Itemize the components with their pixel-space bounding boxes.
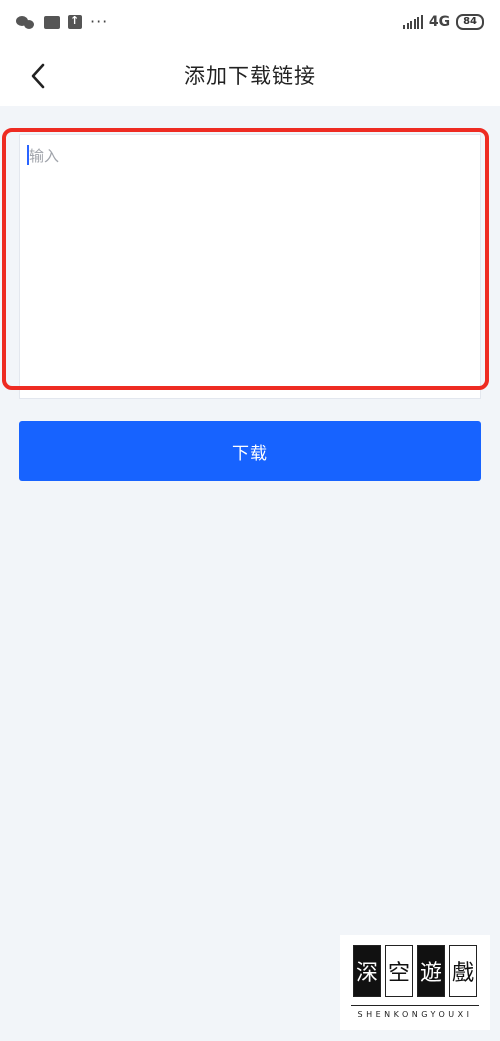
watermark-logo: 深 空 遊 戲 SHENKONGYOUXI (340, 935, 490, 1030)
chevron-left-icon (31, 63, 45, 89)
download-button[interactable]: 下载 (19, 421, 481, 481)
watermark-chars: 深 空 遊 戲 (353, 945, 477, 997)
wechat-icon (16, 15, 36, 29)
message-icon (44, 15, 60, 29)
watermark-subtitle: SHENKONGYOUXI (357, 1010, 473, 1019)
battery-level: 84 (456, 14, 484, 30)
status-bar-right: 4G 84 (403, 14, 484, 30)
back-button[interactable] (28, 62, 52, 90)
link-input[interactable] (20, 135, 480, 398)
status-bar: ··· 4G 84 (0, 0, 500, 44)
watermark-divider (351, 1005, 479, 1006)
link-input-container (19, 134, 481, 399)
header: 添加下载链接 (0, 44, 500, 106)
watermark-char: 戲 (449, 945, 477, 997)
watermark-char: 空 (385, 945, 413, 997)
more-dots-icon: ··· (90, 12, 109, 31)
page-title: 添加下载链接 (184, 64, 316, 88)
upload-icon (68, 14, 82, 29)
watermark-char: 深 (353, 945, 381, 997)
signal-icon (403, 15, 423, 29)
status-bar-left: ··· (16, 14, 108, 30)
watermark-char: 遊 (417, 945, 445, 997)
network-type: 4G (428, 14, 451, 30)
text-cursor (27, 145, 29, 165)
